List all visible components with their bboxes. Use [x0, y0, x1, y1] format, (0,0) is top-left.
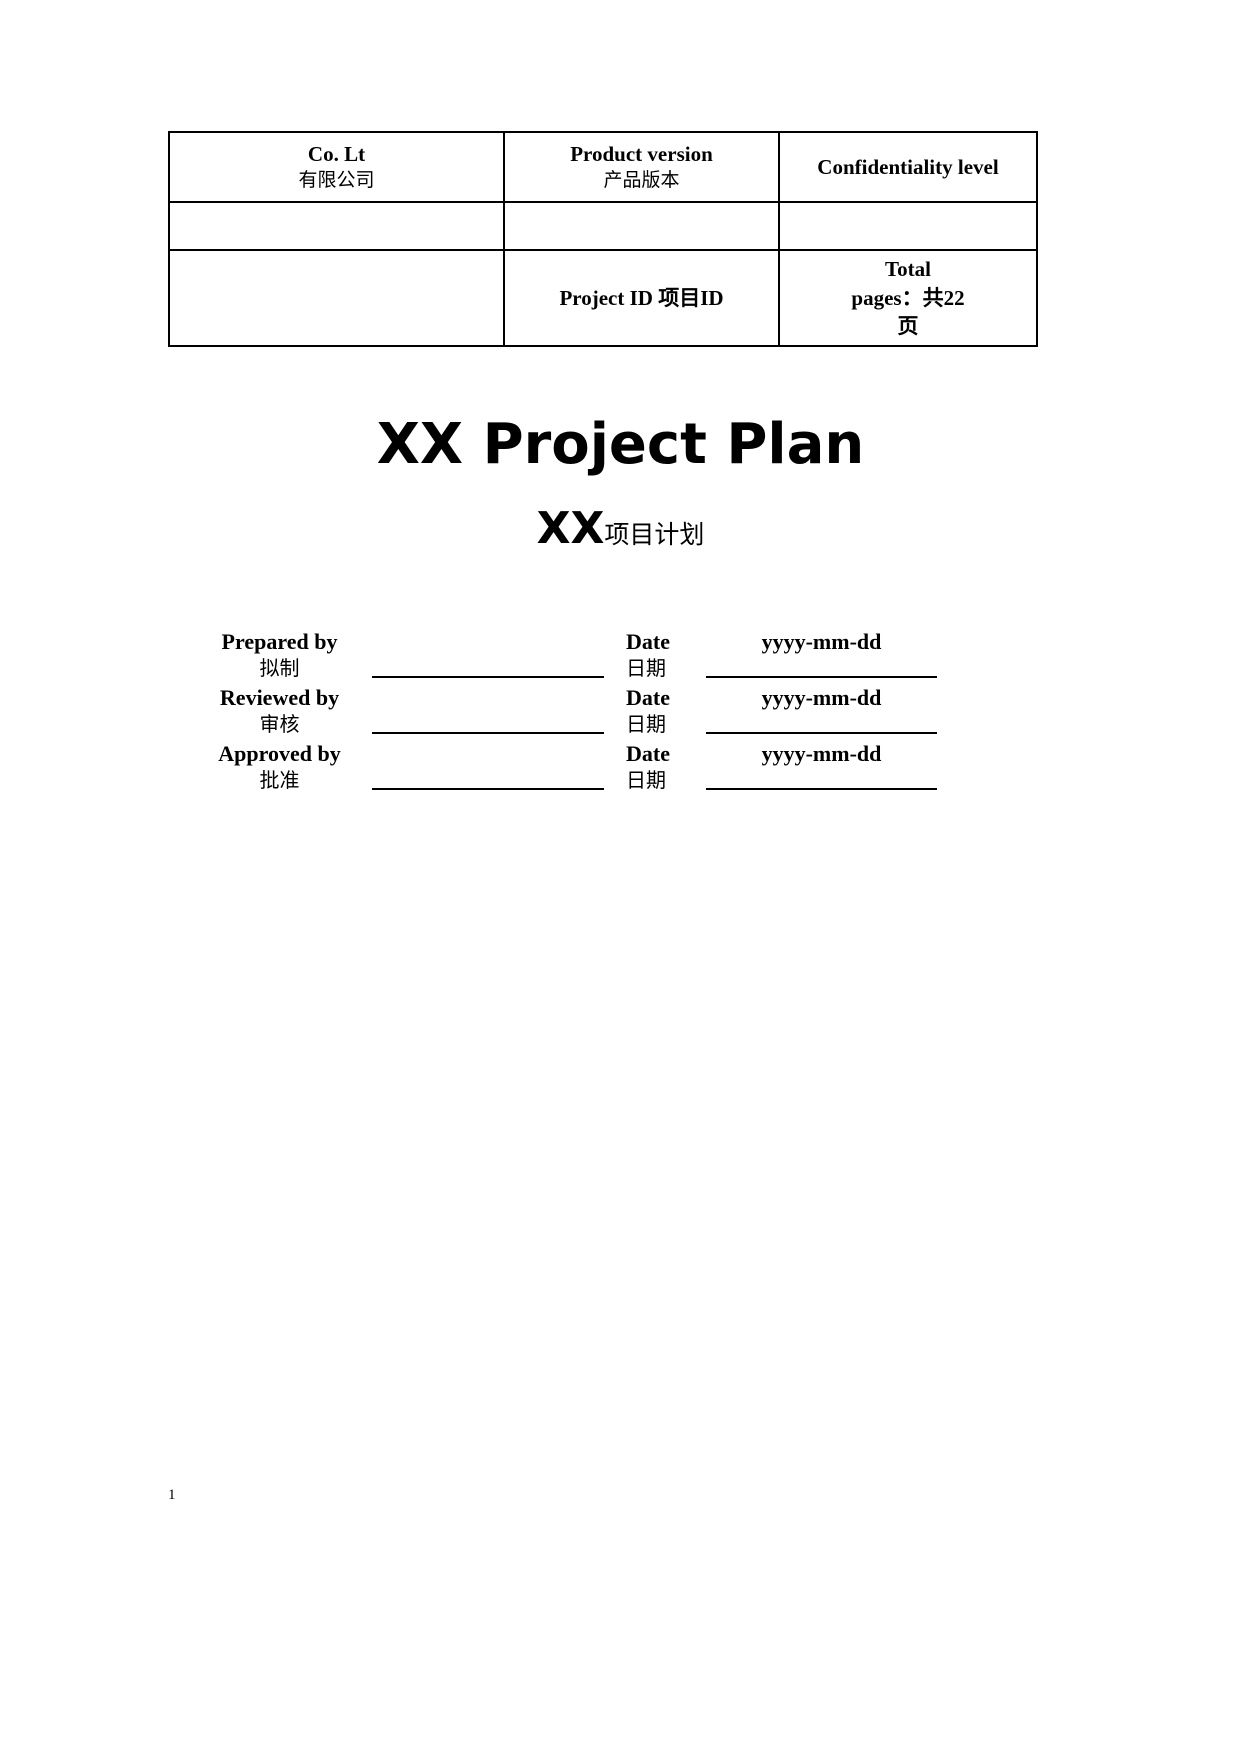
signature-underline: [372, 732, 604, 734]
table-row: Project ID 项目ID Total pages：共22 页: [168, 249, 1038, 347]
date-underline: [706, 732, 937, 734]
reviewed-date-label-cn: 日期: [626, 711, 666, 736]
signature-row-prepared: Prepared by 拟制 Date 日期 yyyy-mm-dd: [213, 628, 943, 684]
page-subtitle-cn: 项目计划: [604, 520, 705, 549]
prepared-date-label: Date 日期: [626, 628, 700, 681]
approved-date-label-en: Date: [626, 741, 670, 766]
confidentiality-cell: Confidentiality level: [778, 131, 1038, 203]
total-pages-line-2: pages：共22: [851, 285, 965, 310]
page-number: 1: [168, 1487, 176, 1503]
prepared-by-signature-field[interactable]: [346, 628, 626, 684]
reviewed-date-label-en: Date: [626, 685, 670, 710]
product-version-label-cn: 产品版本: [603, 169, 680, 192]
confidentiality-label-en: Confidentiality level: [817, 154, 999, 179]
prepared-date-label-cn: 日期: [626, 655, 666, 680]
approved-date-label: Date 日期: [626, 740, 700, 793]
product-version-value-cell[interactable]: [503, 201, 780, 251]
blank-value-cell[interactable]: [168, 249, 505, 347]
reviewed-date-value: yyyy-mm-dd: [761, 685, 882, 710]
company-label-en: Co. Lt: [307, 142, 366, 166]
page-subtitle: XX项目计划: [0, 503, 1241, 554]
confidentiality-value-cell[interactable]: [778, 201, 1038, 251]
approved-date-value: yyyy-mm-dd: [761, 741, 882, 766]
prepared-by-label: Prepared by 拟制: [213, 628, 346, 681]
header-info-table: Co. Lt 有限公司 Product version 产品版本 Confide…: [168, 131, 1038, 347]
total-pages-cell: Total pages：共22 页: [778, 249, 1038, 347]
company-value-cell[interactable]: [168, 201, 505, 251]
date-underline: [706, 788, 937, 790]
approved-by-label-en: Approved by: [218, 741, 341, 766]
total-pages-line-1: Total: [885, 257, 931, 282]
reviewed-by-label-en: Reviewed by: [219, 685, 340, 710]
table-row: Co. Lt 有限公司 Product version 产品版本 Confide…: [168, 131, 1038, 203]
product-version-label-en: Product version: [570, 142, 713, 166]
approved-by-label-cn: 批准: [259, 767, 300, 792]
total-pages-line-3: 页: [897, 314, 919, 339]
signature-underline: [372, 676, 604, 678]
prepared-date-value: yyyy-mm-dd: [761, 629, 882, 654]
reviewed-date-field[interactable]: yyyy-mm-dd: [700, 684, 943, 740]
page-title: XX Project Plan: [376, 412, 865, 477]
page-subtitle-xx: XX: [536, 503, 605, 554]
reviewed-by-signature-field[interactable]: [346, 684, 626, 740]
date-underline: [706, 676, 937, 678]
approved-by-label: Approved by 批准: [213, 740, 346, 793]
reviewed-date-label: Date 日期: [626, 684, 700, 737]
table-row: [168, 201, 1038, 251]
prepared-by-label-en: Prepared by: [221, 629, 338, 654]
company-label-cn: 有限公司: [298, 169, 375, 192]
project-id-cell: Project ID 项目ID: [503, 249, 780, 347]
reviewed-by-label: Reviewed by 审核: [213, 684, 346, 737]
reviewed-by-label-cn: 审核: [259, 711, 300, 736]
signature-block: Prepared by 拟制 Date 日期 yyyy-mm-dd Review…: [213, 628, 943, 796]
company-cell: Co. Lt 有限公司: [168, 131, 505, 203]
header-table: Co. Lt 有限公司 Product version 产品版本 Confide…: [168, 131, 1038, 347]
approved-by-signature-field[interactable]: [346, 740, 626, 796]
signature-row-reviewed: Reviewed by 审核 Date 日期 yyyy-mm-dd: [213, 684, 943, 740]
prepared-date-label-en: Date: [626, 629, 670, 654]
prepared-date-field[interactable]: yyyy-mm-dd: [700, 628, 943, 684]
signature-underline: [372, 788, 604, 790]
approved-date-field[interactable]: yyyy-mm-dd: [700, 740, 943, 796]
approved-date-label-cn: 日期: [626, 767, 666, 792]
project-id-label: Project ID 项目ID: [559, 285, 724, 310]
product-version-cell: Product version 产品版本: [503, 131, 780, 203]
prepared-by-label-cn: 拟制: [259, 655, 300, 680]
signature-row-approved: Approved by 批准 Date 日期 yyyy-mm-dd: [213, 740, 943, 796]
